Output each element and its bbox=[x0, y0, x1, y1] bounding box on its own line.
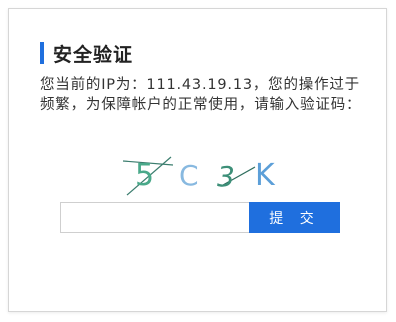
captcha-code-input[interactable] bbox=[60, 202, 249, 233]
captcha-image[interactable]: 5 C 3 K bbox=[105, 147, 289, 199]
captcha-char: K bbox=[255, 158, 276, 193]
dialog-header: 安全验证 bbox=[40, 41, 134, 66]
dialog-title: 安全验证 bbox=[53, 43, 134, 66]
captcha-char: 5 bbox=[135, 158, 154, 193]
captcha-char: C bbox=[179, 159, 199, 192]
verification-message: 您当前的IP为：111.43.19.13，您的操作过于频繁，为保障帐户的正常使用… bbox=[40, 77, 362, 113]
submit-button[interactable]: 提 交 bbox=[249, 202, 340, 233]
captcha-char: 3 bbox=[217, 160, 235, 193]
security-verification-dialog: 安全验证 您当前的IP为：111.43.19.13，您的操作过于频繁，为保障帐户… bbox=[8, 8, 387, 312]
title-accent-bar bbox=[40, 42, 44, 64]
verification-form: 提 交 bbox=[60, 202, 340, 233]
